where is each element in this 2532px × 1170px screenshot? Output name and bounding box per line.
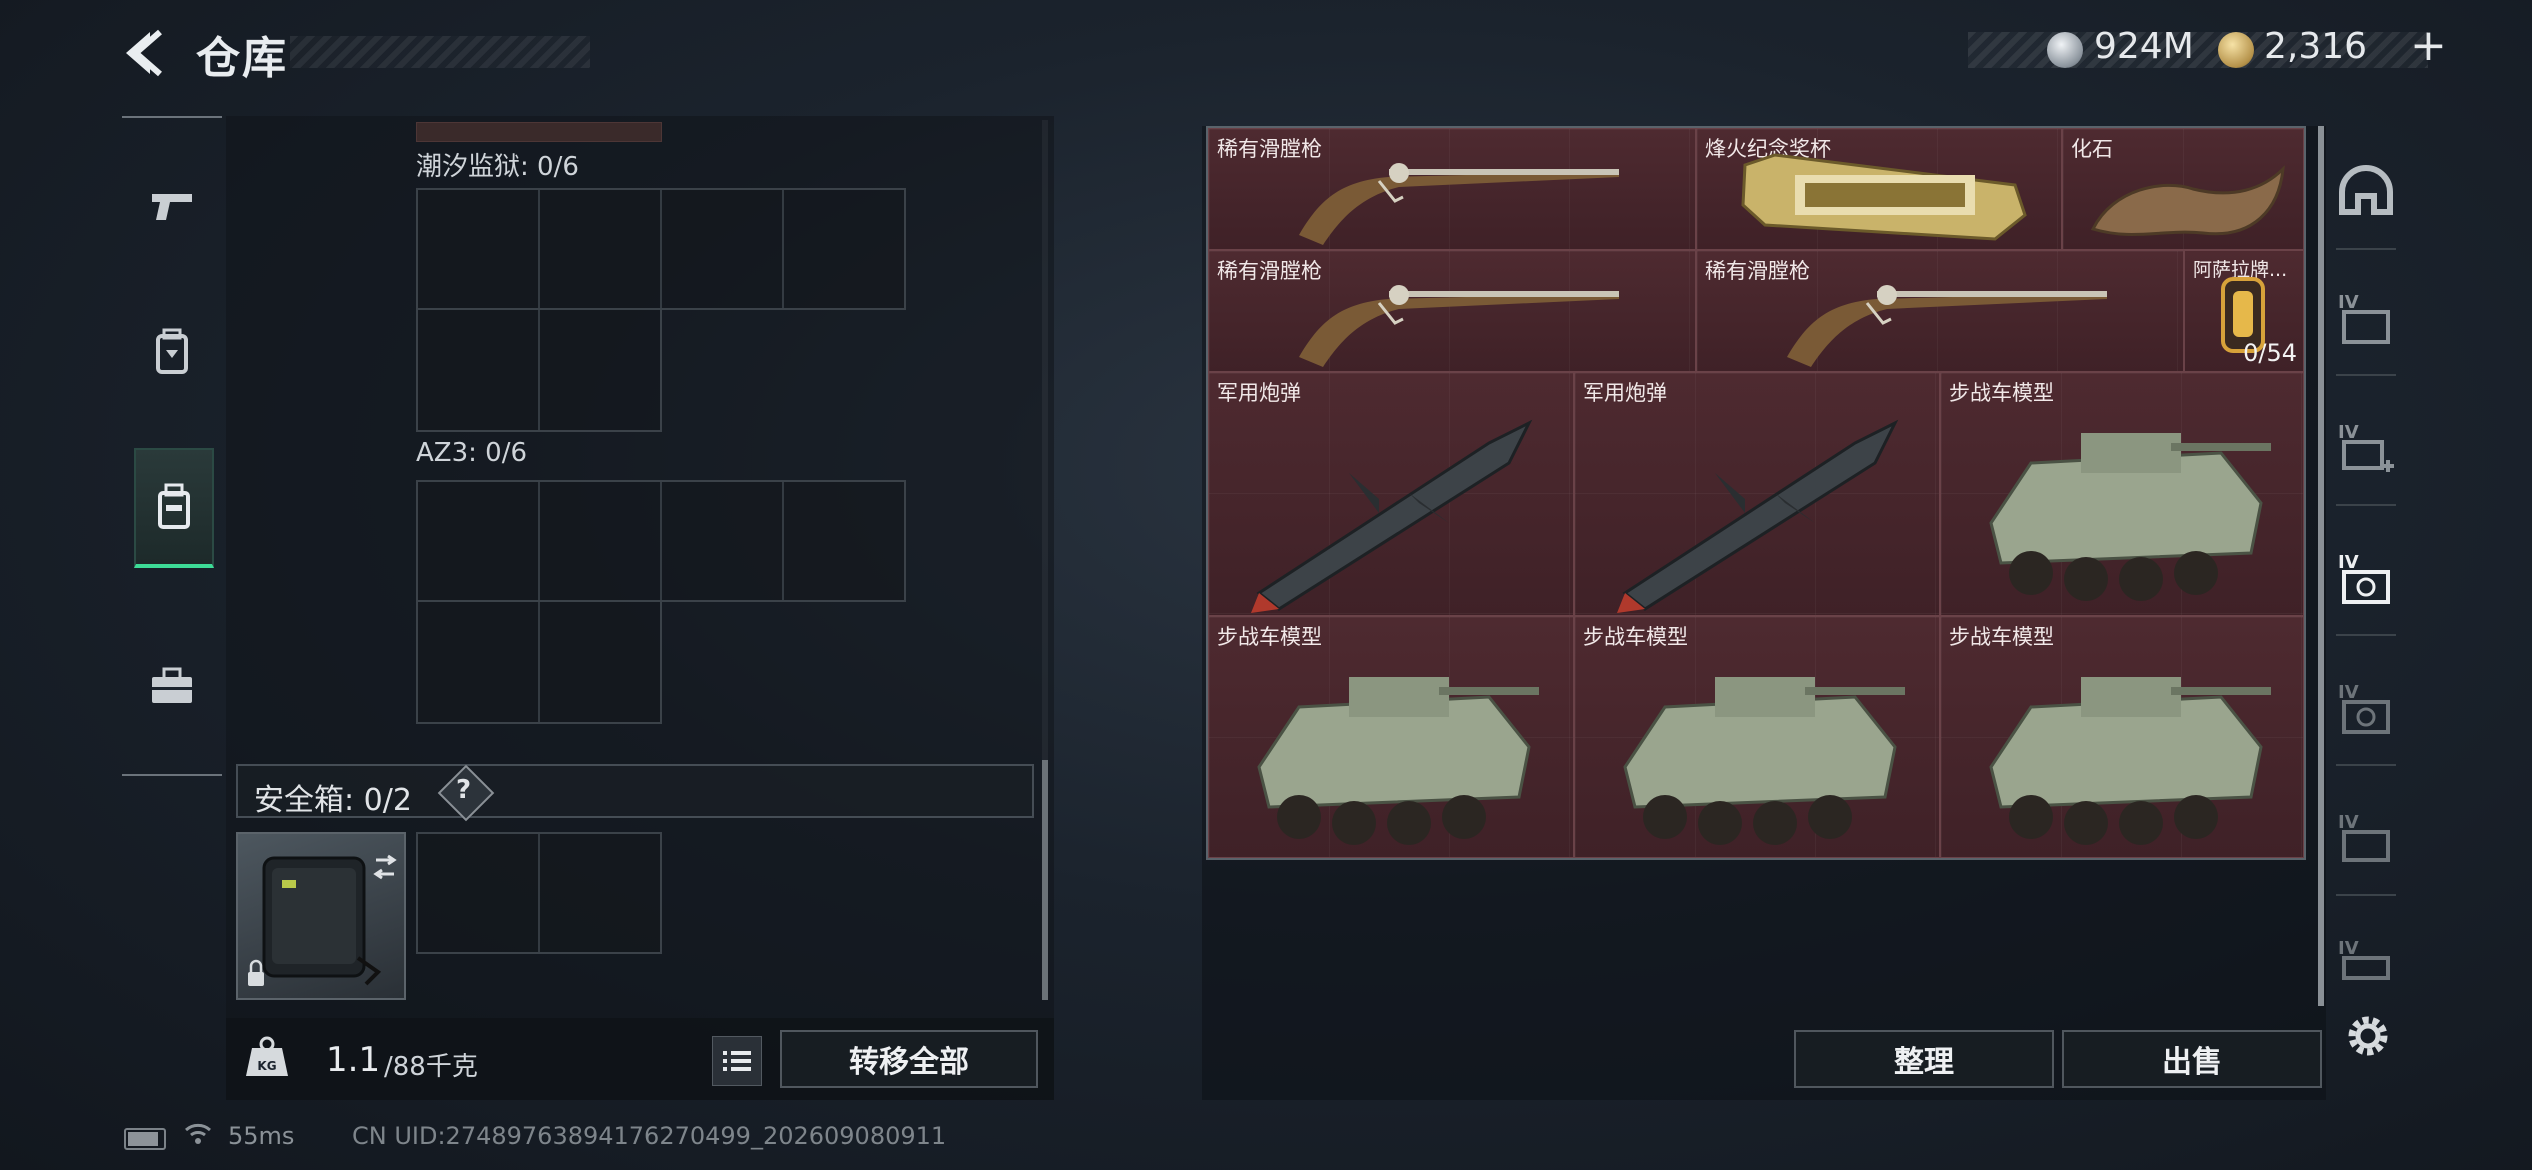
stash-page-3[interactable]: IV [2334,416,2398,480]
stash-page-4-active[interactable]: IV [2334,546,2398,610]
musket-icon [1787,285,2107,367]
svg-text:KG: KG [257,1059,276,1073]
ifv-model-icon [1623,677,1905,845]
stash-page-6[interactable]: IV [2334,806,2398,870]
title-decoration [290,36,590,68]
silver-coin-icon [2047,32,2083,68]
nav-toolbox[interactable] [134,636,210,736]
slot-divider [538,482,540,600]
gold-amount: 2,316 [2264,26,2368,67]
stash-page-nav: IV IV IV IV IV IV [2326,126,2406,1026]
stash-page-icon: IV [2338,938,2390,980]
nav-safebox[interactable] [134,448,214,568]
left-category-nav [122,116,222,776]
organize-button[interactable]: 整理 [1794,1030,2054,1088]
slot-divider [538,190,540,308]
container-label: AZ3: 0/6 [416,438,528,468]
stash-item[interactable]: 化石 [2062,128,2304,250]
toolbox-icon [152,667,192,703]
stash-page-main[interactable] [2334,162,2398,226]
back-icon[interactable] [120,28,176,78]
slot-divider [782,482,784,600]
user-uid: CN UID:27489763894176270499_202609080911 [352,1122,947,1150]
fossil-claw-icon [2090,164,2285,236]
stash-page-5[interactable]: IV [2334,676,2398,740]
stash-item[interactable]: 稀有滑膛枪 [1208,128,1696,250]
helmet-icon [2339,165,2393,215]
page-title: 仓库 [196,33,288,84]
slot-divider [538,310,540,430]
stash-page-icon: IV [2338,552,2390,604]
stash-page-icon: IV [2338,422,2394,472]
battery-level [128,1132,158,1146]
nav-weapons[interactable] [134,156,210,256]
stash-item[interactable]: 步战车模型 [1208,616,1574,858]
stash-item[interactable]: 步战车模型 [1940,616,2304,858]
stash-item[interactable]: 步战车模型 [1940,372,2304,616]
list-icon [723,1051,751,1071]
musket-icon [1299,285,1619,367]
list-view-button[interactable] [712,1036,762,1086]
ifv-model-icon [1989,433,2271,601]
stash-item[interactable]: 稀有滑膛枪 [1208,250,1696,372]
stash-item[interactable]: 步战车模型 [1574,616,1940,858]
ping-value: 55ms [228,1122,295,1150]
musket-icon [1299,163,1619,245]
stash-item[interactable]: 军用炮弹 [1574,372,1940,616]
svg-text:IV: IV [2338,938,2359,959]
stash-item[interactable]: 稀有滑膛枪 [1696,250,2184,372]
top-bar: 仓库 924M 2,316 + [0,0,2532,110]
previous-container-edge [416,122,662,142]
item-count: 0/54 [2243,339,2297,367]
svg-text:IV: IV [2338,812,2359,833]
right-scrollbar[interactable] [2318,126,2324,1006]
kg-weight-icon: KG [236,1018,298,1100]
slot-divider [782,190,784,308]
safebox-case-item[interactable] [236,832,406,1000]
stash-page-icon: IV [2338,812,2390,862]
ifv-model-icon [1989,677,2271,845]
slot-divider [538,602,540,722]
left-scrollbar-thumb[interactable] [1042,760,1048,1000]
settings-gear-icon[interactable] [2340,1008,2396,1064]
missile-icon [1251,419,1533,613]
svg-text:IV: IV [2338,292,2359,313]
stash-item[interactable]: 阿萨拉牌... 0/54 [2184,250,2304,372]
weight-current: 1.1 [326,1040,381,1080]
nav-backpack[interactable] [134,302,210,402]
stash-item[interactable]: 军用炮弹 [1208,372,1574,616]
help-icon-glyph: ? [456,775,472,805]
transfer-all-button[interactable]: 转移全部 [780,1030,1038,1088]
missile-icon [1617,419,1899,613]
stash-page-7[interactable]: IV [2334,932,2398,996]
backpack-icon [156,328,188,374]
add-currency-button[interactable]: + [2410,20,2447,71]
gold-coin-icon [2218,32,2254,68]
stash-item[interactable]: 烽火纪念奖杯 [1696,128,2062,250]
container-label: 潮汐监狱: 0/6 [416,152,579,182]
safebox-label: 安全箱: 0/2 [254,783,412,818]
pistol-icon [152,194,192,220]
safebox-icon [158,483,190,529]
slot-divider [538,834,540,952]
stash-page-2[interactable]: IV [2334,286,2398,350]
svg-text:IV: IV [2338,552,2359,573]
case-icon [248,854,397,986]
svg-text:IV: IV [2338,682,2359,703]
wifi-icon [184,1120,212,1148]
slot-divider [660,482,662,600]
stash-page-icon: IV [2338,682,2390,734]
svg-text:IV: IV [2338,422,2359,443]
sell-button[interactable]: 出售 [2062,1030,2322,1088]
stash-page-icon: IV [2338,292,2390,344]
silver-amount: 924M [2094,26,2194,67]
trophy-icon [1741,153,2027,241]
weight-max: /88千克 [384,1052,478,1082]
ifv-model-icon [1257,677,1539,845]
slot-divider [660,190,662,308]
